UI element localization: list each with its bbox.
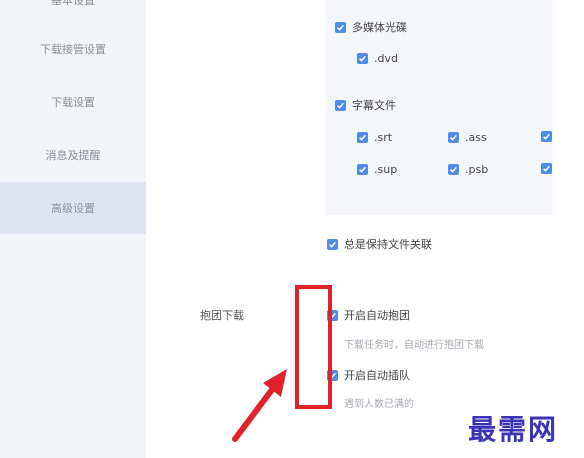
auto-group-label: 开启自动抱团 — [344, 309, 410, 322]
srt-label: .srt — [374, 131, 393, 144]
subtitle-label: 字幕文件 — [352, 99, 396, 112]
watermark: 最需网 — [468, 413, 559, 446]
group-download-label: 抱团下载 — [200, 309, 244, 322]
red-highlight-box — [295, 285, 332, 409]
multimedia-label: 多媒体光碟 — [352, 21, 407, 34]
dvd-label: .dvd — [374, 52, 398, 65]
srt-checkbox[interactable]: .srt — [357, 131, 392, 144]
sidebar-item-download-takeover[interactable]: 下载接管设置 — [0, 23, 146, 75]
check-icon — [357, 132, 368, 143]
auto-queue-desc: 遇到人数已满的 — [344, 399, 414, 410]
always-keep-assoc-label: 总是保持文件关联 — [344, 238, 432, 251]
partial-checkbox[interactable] — [541, 163, 552, 174]
sidebar-item-label: 基本设置 — [51, 0, 95, 7]
sidebar-item-label: 高级设置 — [51, 202, 95, 215]
always-keep-assoc-checkbox[interactable]: 总是保持文件关联 — [327, 236, 432, 252]
sup-checkbox[interactable]: .sup — [357, 163, 397, 176]
sidebar-item-label: 下载设置 — [51, 96, 95, 109]
ass-checkbox[interactable]: .ass — [448, 131, 487, 144]
check-icon — [327, 238, 338, 250]
partial-checkbox[interactable] — [541, 131, 552, 142]
check-icon — [335, 21, 346, 33]
auto-group-checkbox[interactable]: 开启自动抱团 — [327, 307, 410, 323]
ass-label: .ass — [465, 131, 487, 144]
check-icon — [448, 132, 459, 143]
auto-queue-label: 开启自动插队 — [344, 369, 410, 382]
sidebar-item-advanced[interactable]: 高级设置 — [0, 182, 146, 234]
psb-checkbox[interactable]: .psb — [448, 163, 488, 176]
subtitle-checkbox[interactable]: 字幕文件 — [335, 97, 396, 113]
sidebar-item-download-settings[interactable]: 下载设置 — [0, 76, 146, 128]
sup-label: .sup — [374, 163, 398, 176]
sidebar-item-label: 消息及提醒 — [45, 149, 101, 162]
check-icon — [357, 53, 368, 64]
sidebar-item-notifications[interactable]: 消息及提醒 — [0, 129, 146, 181]
check-icon — [335, 99, 346, 111]
sidebar-item-label: 下载接管设置 — [40, 43, 106, 56]
sidebar: 基本设置 下载接管设置 下载设置 消息及提醒 高级设置 — [0, 0, 146, 458]
red-arrow-icon — [232, 369, 287, 442]
dvd-checkbox[interactable]: .dvd — [357, 52, 398, 65]
check-icon — [448, 164, 459, 175]
psb-label: .psb — [465, 163, 489, 176]
multimedia-checkbox[interactable]: 多媒体光碟 — [335, 19, 407, 35]
check-icon — [357, 164, 368, 175]
auto-queue-checkbox[interactable]: 开启自动插队 — [327, 367, 410, 383]
auto-group-desc: 下载任务时，自动进行抱团下载 — [344, 340, 484, 351]
